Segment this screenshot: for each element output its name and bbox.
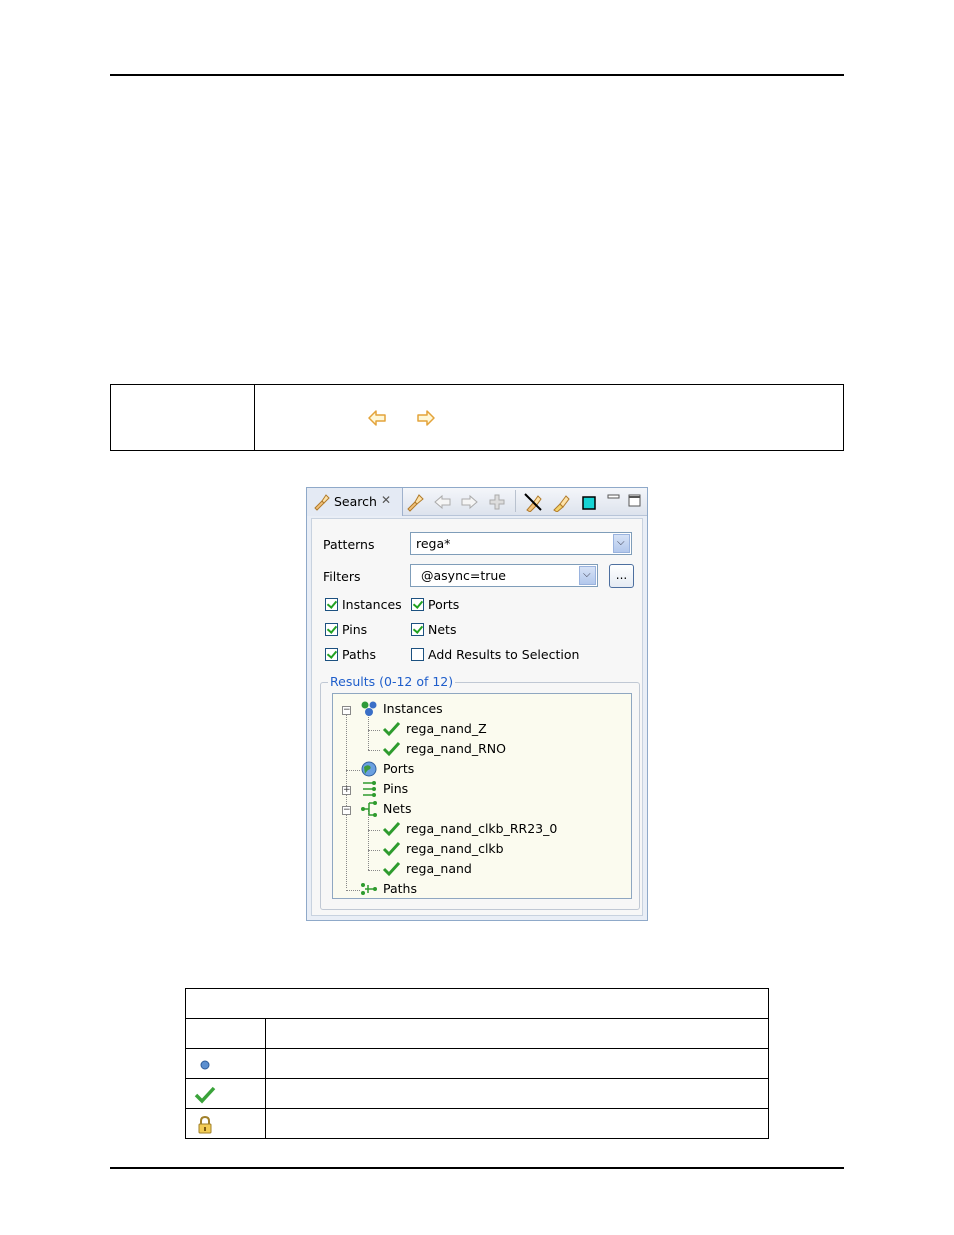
paths-checkbox-label[interactable]: Paths <box>342 647 376 662</box>
tree-node-instances[interactable]: Instances <box>383 701 443 716</box>
nets-checkbox-label[interactable]: Nets <box>428 622 456 637</box>
tree-line <box>368 870 380 871</box>
tree-node-pins[interactable]: Pins <box>383 781 408 796</box>
blue-dot-icon <box>200 1060 210 1070</box>
color-swatch-icon[interactable] <box>579 492 599 512</box>
legend-row-divider <box>186 1108 768 1109</box>
forward-arrow-icon[interactable] <box>459 492 479 512</box>
collapse-nets-toggle[interactable]: − <box>342 806 351 815</box>
patterns-label: Patterns <box>323 537 375 552</box>
tree-node-net-item[interactable]: rega_nand <box>406 861 472 876</box>
icon-legend-table <box>185 988 769 1139</box>
search-flashlight-icon <box>314 494 330 511</box>
pin-icon[interactable] <box>487 492 507 512</box>
paths-checkbox[interactable] <box>325 648 338 661</box>
tree-node-net-item[interactable]: rega_nand_clkb_RR23_0 <box>406 821 557 836</box>
instances-checkbox[interactable] <box>325 598 338 611</box>
forward-arrow-icon <box>417 410 435 426</box>
chevron-down-icon: ⌵ <box>583 569 591 580</box>
ports-checkbox[interactable] <box>411 598 424 611</box>
tree-line <box>368 810 369 870</box>
tree-line <box>368 850 380 851</box>
green-check-icon <box>194 1086 216 1104</box>
legend-row-divider <box>186 1078 768 1079</box>
collapse-instances-toggle[interactable]: − <box>342 706 351 715</box>
instances-checkbox-label[interactable]: Instances <box>342 597 402 612</box>
filters-label: Filters <box>323 569 361 584</box>
legend-row-divider <box>186 1018 768 1019</box>
results-title: Results (0-12 of 12) <box>328 674 456 689</box>
instances-icon <box>361 701 377 716</box>
close-icon[interactable]: ✕ <box>381 493 391 507</box>
tree-node-net-item[interactable]: rega_nand_clkb <box>406 841 504 856</box>
ports-checkbox-label[interactable]: Ports <box>428 597 459 612</box>
filters-combo[interactable]: @async=true ⌵ <box>410 564 598 587</box>
pins-checkbox[interactable] <box>325 623 338 636</box>
tree-node-ports[interactable]: Ports <box>383 761 414 776</box>
tree-line <box>346 890 360 891</box>
back-arrow-icon[interactable] <box>433 492 453 512</box>
back-arrow-icon <box>368 410 386 426</box>
highlight-icon[interactable] <box>551 492 571 512</box>
add-results-checkbox-label[interactable]: Add Results to Selection <box>428 647 579 662</box>
results-tree[interactable]: − Instances rega_nand_Z rega_nand_RNO Po… <box>332 693 632 899</box>
tree-node-instance-item[interactable]: rega_nand_Z <box>406 721 487 736</box>
tree-line <box>368 730 380 731</box>
tree-line <box>346 708 347 888</box>
tab-search-label: Search <box>334 494 377 509</box>
tree-line <box>346 770 360 771</box>
tree-node-instance-item[interactable]: rega_nand_RNO <box>406 741 506 756</box>
filter-browse-button[interactable]: ... <box>609 564 634 588</box>
patterns-combo[interactable]: rega* ⌵ <box>410 532 632 555</box>
legend-column-divider <box>265 1018 266 1138</box>
nets-checkbox[interactable] <box>411 623 424 636</box>
search-panel: Search ✕ Patterns rega* ⌵ Filters @async… <box>306 487 648 921</box>
filters-dropdown-button[interactable]: ⌵ <box>579 566 596 585</box>
green-check-icon <box>382 741 400 757</box>
toolbar-separator <box>515 490 516 512</box>
patterns-dropdown-button[interactable]: ⌵ <box>613 534 630 553</box>
green-check-icon <box>382 721 400 737</box>
globe-icon <box>361 761 377 777</box>
minimize-icon[interactable] <box>604 492 624 512</box>
expand-pins-toggle[interactable]: + <box>342 786 351 795</box>
paths-icon <box>361 883 377 895</box>
tree-line <box>368 830 380 831</box>
nets-icon <box>361 801 377 817</box>
search-form: Patterns rega* ⌵ Filters @async=true ⌵ .… <box>311 518 643 916</box>
chevron-down-icon: ⌵ <box>617 537 625 548</box>
add-results-checkbox[interactable] <box>411 648 424 661</box>
green-check-icon <box>382 861 400 877</box>
panel-tabbar: Search ✕ <box>307 488 647 516</box>
flashlight-icon[interactable] <box>405 492 425 512</box>
header-rule <box>110 74 844 76</box>
tree-node-paths[interactable]: Paths <box>383 881 417 896</box>
filters-value: @async=true <box>421 568 506 583</box>
footer-rule <box>110 1167 844 1169</box>
pins-icon <box>363 781 376 797</box>
pins-checkbox-label[interactable]: Pins <box>342 622 367 637</box>
patterns-value: rega* <box>416 536 451 551</box>
legend-row-divider <box>186 1048 768 1049</box>
lock-icon <box>198 1115 212 1134</box>
maximize-icon[interactable] <box>625 492 645 512</box>
tab-search[interactable]: Search ✕ <box>307 488 403 516</box>
tree-line <box>368 750 380 751</box>
info-table-divider <box>254 385 255 450</box>
green-check-icon <box>382 821 400 837</box>
green-check-icon <box>382 841 400 857</box>
info-table <box>110 384 844 451</box>
tree-node-nets[interactable]: Nets <box>383 801 411 816</box>
clear-icon[interactable] <box>523 492 543 512</box>
